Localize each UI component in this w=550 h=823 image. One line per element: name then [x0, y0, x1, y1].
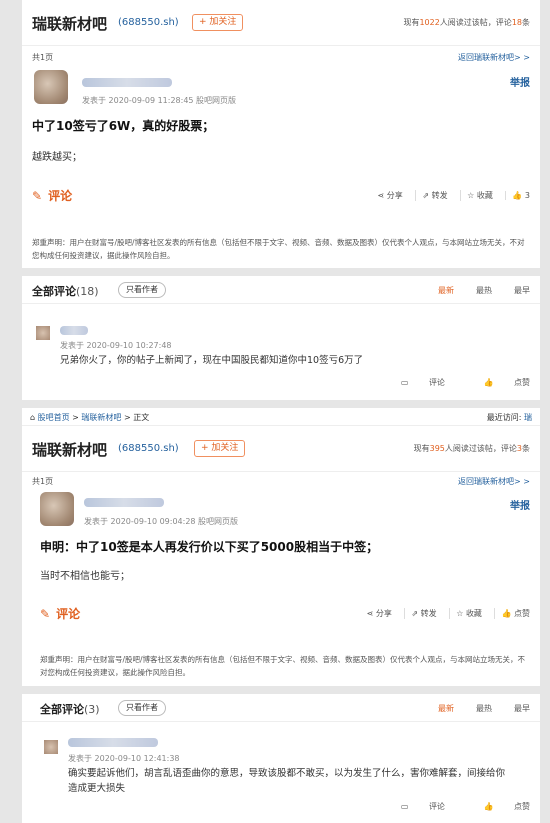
pencil-icon: ✎: [40, 607, 51, 621]
post-panel-2: ⌂ 股吧首页 > 瑞联新材吧 > 正文 最近访问: 瑞 瑞联新材吧 (68855…: [22, 408, 540, 823]
like-button[interactable]: 👍 点赞: [494, 608, 530, 619]
divider: [22, 686, 540, 694]
pencil-icon: ✎: [32, 189, 43, 203]
comment-icon: ▭: [400, 378, 409, 387]
follow-button[interactable]: + 加关注: [192, 14, 244, 31]
comment-button[interactable]: ✎ 评论: [40, 605, 80, 622]
commenter-name-blurred[interactable]: [60, 326, 88, 335]
only-author-button[interactable]: 只看作者: [118, 282, 166, 298]
avatar[interactable]: [40, 492, 74, 526]
reader-count: 395: [429, 444, 445, 453]
breadcrumb-current: 正文: [133, 413, 150, 422]
page-count: 共1页: [32, 477, 54, 486]
back-to-forum-link[interactable]: 返回瑞联新材吧> >: [458, 52, 530, 63]
commenter-name-blurred[interactable]: [68, 738, 158, 747]
follow-button[interactable]: + 加关注: [194, 440, 246, 457]
tab-all-comments[interactable]: 全部评论(18): [32, 283, 99, 299]
comment-icon: ▭: [400, 802, 409, 811]
only-author-button[interactable]: 只看作者: [118, 700, 166, 716]
post-heading: 申明：中了10签是本人再发行价以下买了5000股相当于中签；: [40, 540, 379, 554]
post-time: 发表于 2020-09-09 11:28:45 股吧网页版: [82, 96, 237, 105]
sort-newest[interactable]: 最新: [438, 704, 454, 713]
forum-title[interactable]: 瑞联新材吧: [32, 439, 107, 460]
stock-code[interactable]: (688550.sh): [118, 443, 179, 454]
comment-tabs: 全部评论(18) 只看作者 最新 最热 最早: [22, 276, 540, 304]
disclaimer: 郑重声明：用户在财富号/股吧/博客社区发表的所有信息（包括但不限于文字、视频、音…: [40, 655, 526, 677]
comment-like-button[interactable]: 👍 点赞: [465, 802, 530, 811]
divider: [22, 268, 540, 276]
breadcrumb: ⌂ 股吧首页 > 瑞联新材吧 > 正文 最近访问: 瑞: [22, 408, 540, 426]
favorite-button[interactable]: ☆ 收藏: [460, 190, 493, 201]
comment-text-line-2: 造成更大损失: [68, 783, 126, 794]
comment-time: 发表于 2020-09-10 10:27:48: [60, 341, 172, 350]
post-time: 发表于 2020-09-10 09:04:28 股吧网页版: [84, 517, 239, 526]
sort-options: 最新 最热 最早: [416, 285, 530, 296]
back-to-forum-link[interactable]: 返回瑞联新材吧> >: [458, 476, 530, 487]
home-icon: ⌂: [30, 413, 36, 422]
sort-hottest[interactable]: 最热: [476, 286, 492, 295]
star-icon: ☆: [456, 609, 464, 618]
recent-visit-link[interactable]: 瑞: [524, 413, 532, 422]
repost-icon: ⇗: [411, 609, 419, 618]
comment-actions: ▭ 评论 👍 点赞: [365, 801, 530, 812]
share-button[interactable]: ⋖ 分享: [372, 190, 403, 201]
username-blurred[interactable]: [84, 498, 164, 507]
read-stats: 现有395人阅读过该帖，评论3条: [413, 444, 530, 453]
commenter-avatar[interactable]: [36, 326, 50, 340]
report-link[interactable]: 举报: [510, 497, 530, 512]
post-panel-1: 瑞联新材吧 (688550.sh) + 加关注 现有1022人阅读过该帖，评论1…: [22, 0, 540, 400]
share-icon: ⋖: [377, 191, 385, 200]
star-icon: ☆: [467, 191, 475, 200]
favorite-button[interactable]: ☆ 收藏: [449, 608, 482, 619]
post-actions: ⋖ 分享 ⇗ 转发 ☆ 收藏 👍 3: [362, 190, 530, 201]
comment-like-button[interactable]: 👍 点赞: [465, 378, 530, 387]
sort-hottest[interactable]: 最热: [476, 704, 492, 713]
forum-header: 瑞联新材吧 (688550.sh) + 加关注 现有1022人阅读过该帖，评论1…: [22, 0, 540, 46]
comment-actions: ▭ 评论 👍 点赞: [365, 377, 530, 388]
reader-count: 1022: [419, 18, 440, 27]
post-actions: ⋖ 分享 ⇗ 转发 ☆ 收藏 👍 点赞: [351, 608, 530, 619]
post-body: 越跌越买；: [32, 152, 82, 163]
repost-button[interactable]: ⇗ 转发: [415, 190, 448, 201]
forum-header: 瑞联新材吧 (688550.sh) + 加关注 现有395人阅读过该帖，评论3条: [22, 426, 540, 472]
sort-earliest[interactable]: 最早: [514, 286, 530, 295]
disclaimer: 郑重声明：用户在财富号/股吧/博客社区发表的所有信息（包括但不限于文字、视频、音…: [32, 238, 525, 260]
share-icon: ⋖: [366, 609, 374, 618]
forum-title[interactable]: 瑞联新材吧: [32, 13, 107, 34]
thumbs-up-icon: 👍: [501, 609, 512, 618]
username-blurred[interactable]: [82, 78, 172, 87]
stock-code[interactable]: (688550.sh): [118, 17, 179, 28]
breadcrumb-forum[interactable]: 瑞联新材吧: [81, 413, 121, 422]
sort-newest[interactable]: 最新: [438, 286, 454, 295]
comment-text-line-1: 确实要起诉他们，胡言乱语歪曲你的意思，导致该股都不敢买，以为发生了什么，害你难解…: [68, 768, 506, 779]
reply-button[interactable]: ▭ 评论: [383, 378, 445, 387]
breadcrumb-home[interactable]: 股吧首页: [38, 413, 70, 422]
read-stats: 现有1022人阅读过该帖，评论18条: [403, 18, 530, 27]
comment-text: 兄弟你火了，你的帖子上新闻了，现在中国股民都知道你中10签亏6万了: [60, 355, 364, 366]
comment-time: 发表于 2020-09-10 12:41:38: [68, 754, 180, 763]
repost-button[interactable]: ⇗ 转发: [404, 608, 437, 619]
comment-button[interactable]: ✎ 评论: [32, 187, 72, 204]
report-link[interactable]: 举报: [510, 74, 530, 89]
post-heading: 中了10签亏了6W，真的好股票；: [32, 119, 215, 133]
thumbs-up-icon: 👍: [483, 802, 494, 811]
like-button[interactable]: 👍 3: [505, 191, 530, 200]
comment-tabs: 全部评论(3) 只看作者 最新 最热 最早: [22, 694, 540, 722]
thumbs-up-icon: 👍: [512, 191, 523, 200]
page-count: 共1页: [32, 53, 54, 62]
share-button[interactable]: ⋖ 分享: [361, 608, 392, 619]
commenter-avatar[interactable]: [44, 740, 58, 754]
tab-all-comments[interactable]: 全部评论(3): [40, 701, 100, 717]
recent-visits: 最近访问: 瑞: [486, 413, 532, 422]
reply-button[interactable]: ▭ 评论: [383, 802, 445, 811]
thumbs-up-icon: 👍: [483, 378, 494, 387]
comment-count: 18: [511, 18, 522, 27]
repost-icon: ⇗: [422, 191, 430, 200]
post-body: 当时不相信也能亏；: [40, 571, 130, 582]
sort-options: 最新 最热 最早: [416, 703, 530, 714]
sort-earliest[interactable]: 最早: [514, 704, 530, 713]
avatar[interactable]: [34, 70, 68, 104]
